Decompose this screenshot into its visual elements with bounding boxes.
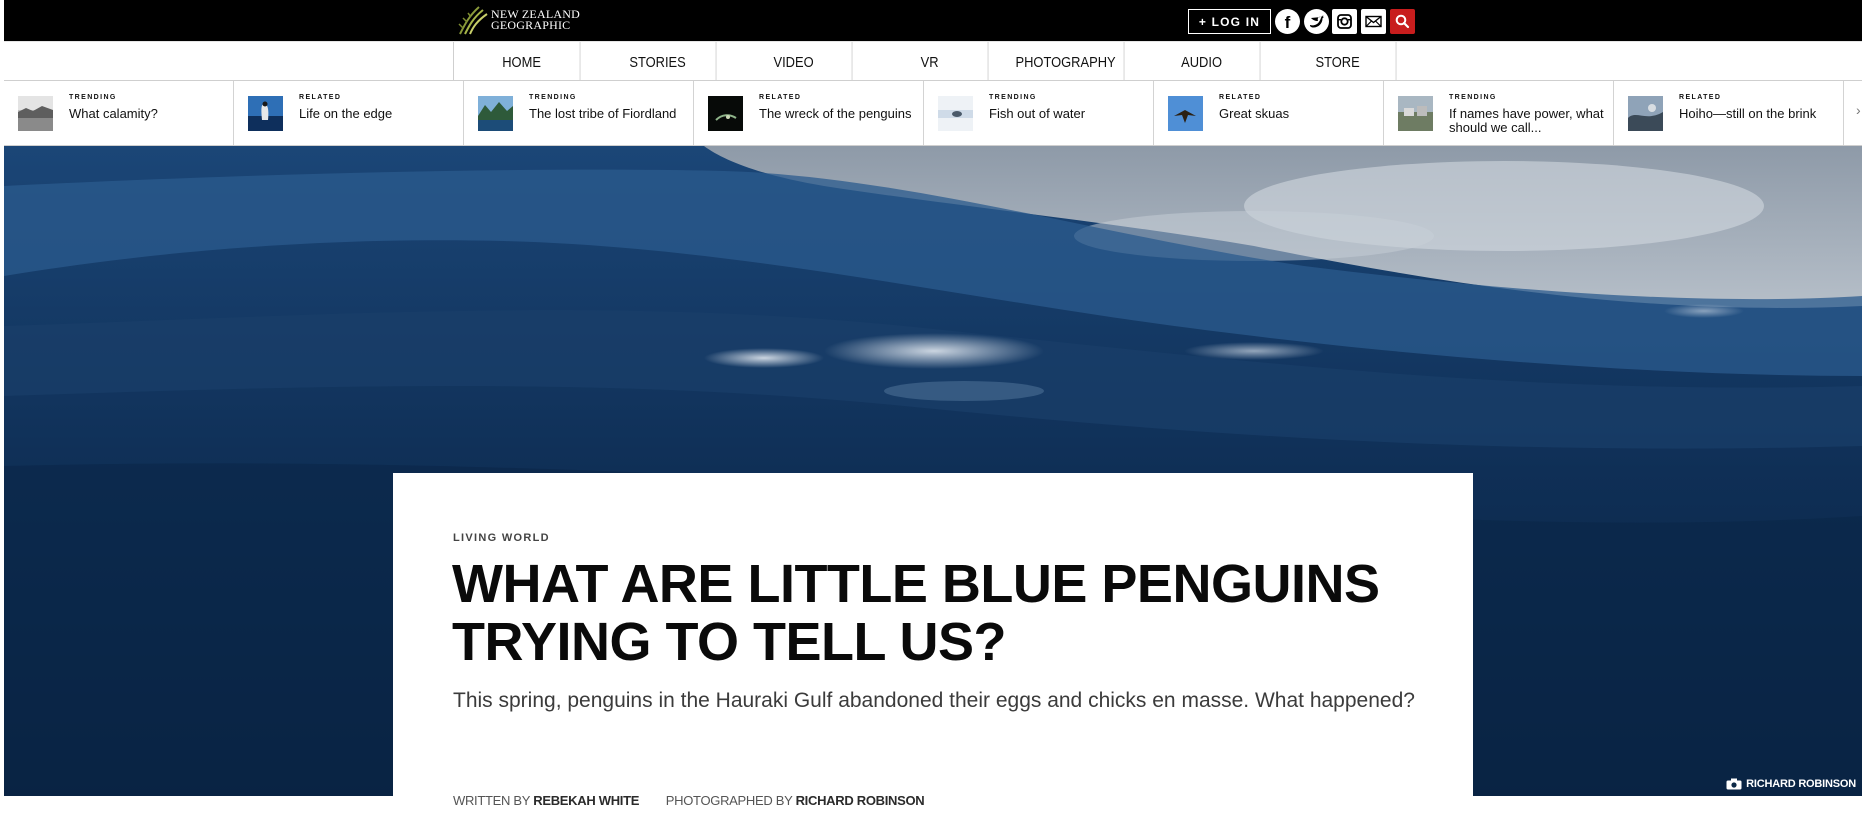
thumbnail-image bbox=[1628, 96, 1663, 131]
article-standfirst: This spring, penguins in the Hauraki Gul… bbox=[453, 689, 1415, 712]
thumbnail-image bbox=[708, 96, 743, 131]
top-header-bar: NEW ZEALAND GEOGRAPHIC + LOG IN f bbox=[4, 0, 1862, 41]
svg-text:f: f bbox=[1285, 13, 1291, 32]
nav-audio-label: AUDIO bbox=[1181, 53, 1222, 71]
thumbnail-image bbox=[248, 96, 283, 131]
article-category[interactable]: LIVING WORLD bbox=[453, 532, 550, 544]
trending-related-strip: TRENDING What calamity? RELATED Life on … bbox=[4, 81, 1862, 146]
strip-title: Life on the edge bbox=[299, 106, 393, 121]
article-title: WHAT ARE LITTLE BLUE PENGUINS TRYING TO … bbox=[452, 554, 1380, 672]
nav-photography-label: PHOTOGRAPHY bbox=[1015, 53, 1116, 71]
nav-vr[interactable]: VR bbox=[872, 42, 989, 82]
photographed-by-label: PHOTOGRAPHED BY bbox=[665, 793, 793, 808]
strip-tag: RELATED bbox=[1679, 94, 1722, 101]
nav-store-label: STORE bbox=[1315, 53, 1360, 71]
mail-icon[interactable] bbox=[1361, 9, 1386, 34]
photo-credit: RICHARD ROBINSON bbox=[1726, 778, 1856, 790]
nav-stories[interactable]: STORIES bbox=[600, 42, 717, 82]
nav-video[interactable]: VIDEO bbox=[736, 42, 853, 82]
strip-title: Fish out of water bbox=[989, 106, 1086, 121]
photographer-name[interactable]: RICHARD ROBINSON bbox=[796, 793, 925, 808]
instagram-icon[interactable] bbox=[1332, 9, 1357, 34]
written-by-label: WRITTEN BY bbox=[453, 793, 530, 808]
nav-vr-label: VR bbox=[920, 53, 939, 71]
strip-title: What calamity? bbox=[69, 106, 158, 121]
strip-item-wreck-of-the-penguins[interactable]: RELATED The wreck of the penguins bbox=[694, 81, 924, 145]
nav-audio[interactable]: AUDIO bbox=[1144, 42, 1261, 82]
site-logo[interactable]: NEW ZEALAND GEOGRAPHIC bbox=[455, 4, 580, 36]
strip-title: Great skuas bbox=[1219, 106, 1290, 121]
strip-tag: TRENDING bbox=[529, 94, 577, 101]
strip-next-arrow[interactable]: › bbox=[1856, 102, 1861, 118]
strip-tag: TRENDING bbox=[69, 94, 117, 101]
strip-item-lost-tribe-of-fiordland[interactable]: TRENDING The lost tribe of Fiordland bbox=[464, 81, 694, 145]
strip-title: Hoiho—still on the brink bbox=[1679, 106, 1817, 121]
nav-video-label: VIDEO bbox=[773, 53, 814, 71]
thumbnail-image bbox=[1168, 96, 1203, 131]
fern-logo-icon bbox=[458, 6, 488, 35]
nav-home-label: HOME bbox=[502, 53, 541, 71]
thumbnail-image bbox=[478, 96, 513, 131]
strip-tag: RELATED bbox=[1219, 94, 1262, 101]
thumbnail-image bbox=[18, 96, 53, 131]
search-button[interactable] bbox=[1390, 9, 1415, 34]
article-header-card: LIVING WORLD WHAT ARE LITTLE BLUE PENGUI… bbox=[393, 473, 1473, 818]
strip-item-if-names-have-power[interactable]: TRENDING If names have power, what shoul… bbox=[1384, 81, 1614, 145]
facebook-icon[interactable]: f bbox=[1275, 9, 1300, 34]
twitter-icon[interactable] bbox=[1304, 9, 1329, 34]
nav-store[interactable]: STORE bbox=[1280, 42, 1397, 82]
strip-tag: RELATED bbox=[759, 94, 802, 101]
logo-wordmark: NEW ZEALAND GEOGRAPHIC bbox=[491, 8, 580, 32]
author-name[interactable]: REBEKAH WHITE bbox=[533, 793, 639, 808]
search-icon bbox=[1395, 14, 1410, 29]
thumbnail-image bbox=[938, 96, 973, 131]
login-button[interactable]: + LOG IN bbox=[1188, 9, 1271, 34]
strip-item-what-calamity[interactable]: TRENDING What calamity? bbox=[4, 81, 234, 145]
strip-title: The wreck of the penguins bbox=[759, 106, 912, 121]
nav-photography[interactable]: PHOTOGRAPHY bbox=[1008, 42, 1125, 82]
photo-credit-name: RICHARD ROBINSON bbox=[1746, 778, 1856, 790]
nav-home[interactable]: HOME bbox=[464, 42, 581, 82]
strip-tag: RELATED bbox=[299, 94, 342, 101]
strip-title: The lost tribe of Fiordland bbox=[529, 106, 677, 121]
nav-stories-label: STORIES bbox=[629, 53, 686, 71]
strip-item-great-skuas[interactable]: RELATED Great skuas bbox=[1154, 81, 1384, 145]
camera-icon bbox=[1726, 778, 1742, 790]
strip-tag: TRENDING bbox=[1449, 94, 1497, 101]
article-byline: WRITTEN BY REBEKAH WHITE PHOTOGRAPHED BY… bbox=[453, 793, 925, 808]
strip-item-fish-out-of-water[interactable]: TRENDING Fish out of water bbox=[924, 81, 1154, 145]
strip-tag: TRENDING bbox=[989, 94, 1037, 101]
thumbnail-image bbox=[1398, 96, 1433, 131]
strip-item-life-on-the-edge[interactable]: RELATED Life on the edge bbox=[234, 81, 464, 145]
strip-title: If names have power, what should we call… bbox=[1449, 106, 1604, 135]
main-navigation: HOME STORIES VIDEO VR PHOTOGRAPHY AUDIO … bbox=[4, 41, 1862, 82]
strip-item-hoiho-still-on-the-brink[interactable]: RELATED Hoiho—still on the brink bbox=[1614, 81, 1844, 145]
logo-line-2: GEOGRAPHIC bbox=[491, 18, 571, 32]
